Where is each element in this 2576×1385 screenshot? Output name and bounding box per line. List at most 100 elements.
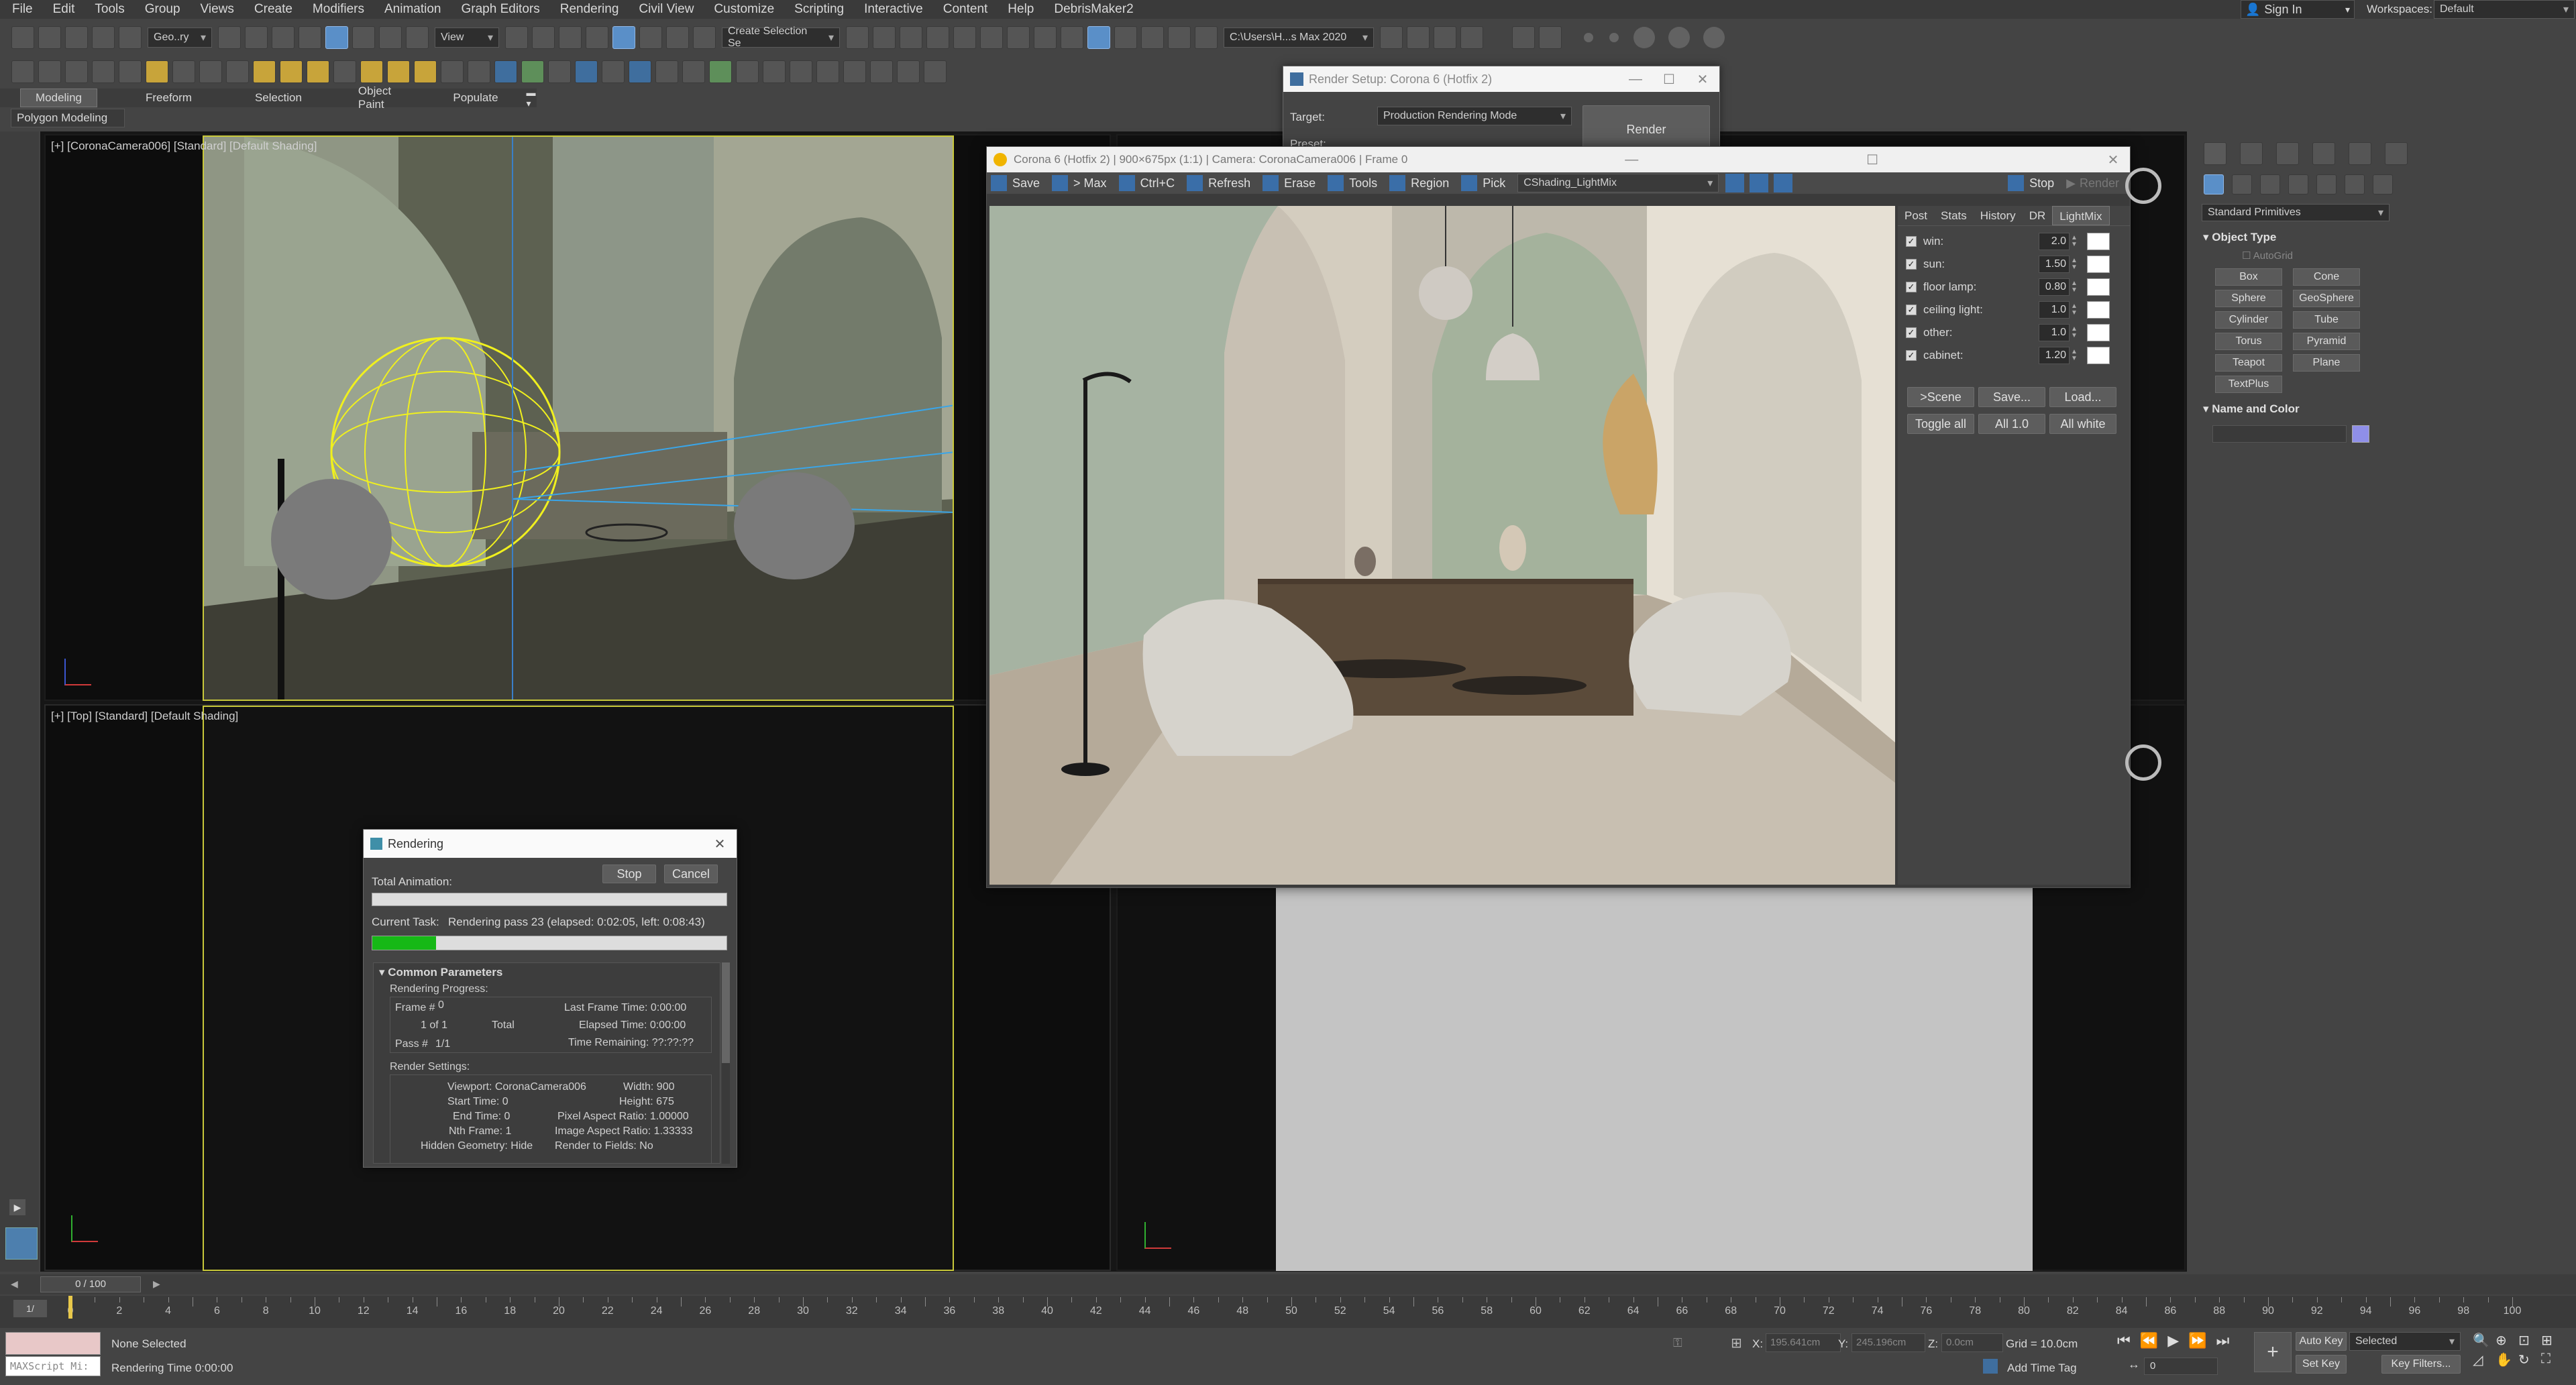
maximize-icon[interactable]: ☐ — [1856, 152, 1889, 168]
render-play-icon[interactable]: ▶ — [2066, 176, 2076, 190]
spinner-icon[interactable]: ▲ ▼ — [2071, 258, 2078, 271]
hierarchy-icon[interactable] — [763, 60, 786, 83]
x-coord-field[interactable]: 195.641cm — [1766, 1333, 1841, 1352]
circle-icon[interactable] — [1633, 27, 1655, 48]
ribbon-tab-modeling[interactable]: Modeling — [20, 89, 97, 107]
ribbon-tab-object-paint[interactable]: Object Paint — [343, 82, 412, 113]
spinner-icon[interactable]: ▲ ▼ — [2071, 349, 2078, 362]
menu-customize[interactable]: Customize — [714, 2, 774, 17]
zoom-icon[interactable]: 🔍 — [2473, 1332, 2496, 1349]
menu-tools[interactable]: Tools — [95, 2, 124, 17]
select-object-icon[interactable] — [218, 26, 241, 49]
gear-icon[interactable] — [736, 60, 759, 83]
menu-scripting[interactable]: Scripting — [794, 2, 844, 17]
save-button[interactable]: Save — [1012, 176, 1040, 190]
circle-icon[interactable] — [1668, 27, 1690, 48]
tab-lightmix[interactable]: LightMix — [2052, 206, 2110, 225]
object-type-header[interactable]: ▾ Object Type — [2198, 228, 2392, 247]
snaps-toggle-icon[interactable] — [586, 26, 608, 49]
zoom-extents-icon[interactable]: ⊡ — [2518, 1332, 2541, 1349]
go-to-end-icon[interactable]: ⏭ — [2216, 1332, 2230, 1349]
lightmix-color-swatch[interactable] — [2087, 233, 2110, 250]
project-settings-icon[interactable] — [1460, 26, 1483, 49]
named-selection-dropdown[interactable]: Create Selection Se — [722, 25, 840, 49]
layout-expand-icon[interactable]: ▶ — [9, 1199, 25, 1215]
render-channel-dropdown[interactable]: CShading_LightMix — [1517, 174, 1719, 192]
lightmix-save-button[interactable]: Save... — [1978, 387, 2045, 407]
prev-key-icon[interactable]: ⏪ — [2140, 1332, 2158, 1349]
textplus-button[interactable]: TextPlus — [2215, 376, 2282, 393]
render-iterative-icon[interactable] — [1141, 26, 1164, 49]
layer-explorer-icon[interactable] — [926, 26, 949, 49]
spinner-icon[interactable]: ▲ ▼ — [2071, 326, 2078, 339]
menu-graph-editors[interactable]: Graph Editors — [462, 2, 540, 17]
erase-button[interactable]: Erase — [1284, 176, 1316, 190]
render-production-icon[interactable] — [1114, 26, 1137, 49]
render-setup-titlebar[interactable]: Render Setup: Corona 6 (Hotfix 2) — ☐ ✕ — [1283, 66, 1719, 92]
next-frame-arrow[interactable]: ▶ — [153, 1278, 160, 1290]
project-folder-icon[interactable] — [1380, 26, 1403, 49]
fov-icon[interactable]: ◿ — [2473, 1351, 2496, 1368]
render-cloud-icon[interactable] — [1168, 26, 1191, 49]
material-library-icon[interactable] — [602, 60, 625, 83]
zoom-fit-icon[interactable] — [1774, 174, 1793, 192]
dot-icon[interactable] — [1584, 33, 1593, 42]
tube-button[interactable]: Tube — [2293, 311, 2360, 329]
pin-icon[interactable] — [709, 60, 732, 83]
time-tag-icon[interactable] — [1983, 1359, 1998, 1374]
object-name-input[interactable] — [2212, 425, 2347, 443]
keyboard-shortcut-icon[interactable] — [559, 26, 582, 49]
toggle-all-button[interactable]: Toggle all — [1907, 414, 1974, 434]
go-to-start-icon[interactable]: ⏮ — [2117, 1332, 2131, 1349]
viewport-top-label[interactable]: [+] [Top] [Standard] [Default Shading] — [51, 710, 238, 723]
curve-editor-icon[interactable] — [980, 26, 1003, 49]
copy-icon[interactable] — [1118, 175, 1135, 191]
corona-proxy-icon[interactable] — [92, 60, 115, 83]
target-dropdown[interactable]: Production Rendering Mode — [1377, 107, 1572, 125]
cylinder-button[interactable]: Cylinder — [2215, 311, 2282, 329]
tree-icon[interactable] — [548, 60, 571, 83]
viewport-camera[interactable]: [+] [CoronaCamera006] [Standard] [Defaul… — [44, 134, 1111, 701]
sphere-button[interactable]: Sphere — [2215, 290, 2282, 307]
lock-icon[interactable]: ⚿ — [1673, 1336, 1682, 1350]
lightmix-color-swatch[interactable] — [2087, 256, 2110, 273]
menu-debrismaker[interactable]: DebrisMaker2 — [1054, 2, 1133, 17]
save-icon[interactable] — [991, 175, 1007, 191]
material-editor-icon[interactable] — [1034, 26, 1057, 49]
redo-icon[interactable] — [38, 26, 61, 49]
script-icon[interactable] — [843, 60, 866, 83]
time-slider[interactable]: 0 / 100 — [40, 1276, 141, 1292]
lightmix-color-swatch[interactable] — [2087, 347, 2110, 364]
render-region-icon[interactable] — [1195, 26, 1218, 49]
percent-snap-icon[interactable] — [639, 26, 662, 49]
to-max-button[interactable]: > Max — [1073, 176, 1107, 190]
play-icon[interactable]: ▶ — [2167, 1332, 2179, 1349]
menu-animation[interactable]: Animation — [384, 2, 441, 17]
lightmix-value[interactable]: 0.80 — [2039, 278, 2070, 296]
rendered-frame-window-icon[interactable] — [1087, 26, 1110, 49]
stop-render-button[interactable]: Stop — [602, 865, 656, 883]
plant-icon[interactable] — [521, 60, 544, 83]
menu-views[interactable]: Views — [201, 2, 234, 17]
corona-camera-icon[interactable] — [11, 60, 34, 83]
minimize-icon[interactable]: — — [1619, 72, 1652, 87]
refresh-icon[interactable] — [1187, 175, 1203, 191]
sun-icon[interactable] — [387, 60, 410, 83]
z-coord-field[interactable]: 0.0cm — [1941, 1333, 2003, 1352]
pivot-icon[interactable] — [505, 26, 528, 49]
angle-snap-icon[interactable] — [612, 26, 635, 49]
close-icon[interactable]: ✕ — [1686, 71, 1719, 88]
material-slot-icon[interactable] — [629, 60, 651, 83]
vfb-render-button[interactable]: Render — [2080, 176, 2119, 190]
stop-button[interactable]: Stop — [2029, 176, 2054, 190]
bind-spacewarp-icon[interactable] — [119, 26, 142, 49]
corona-light-icon[interactable] — [146, 60, 168, 83]
light-bulb-icon[interactable] — [414, 60, 437, 83]
lightmix-color-swatch[interactable] — [2087, 301, 2110, 319]
spacewarps-icon[interactable] — [2345, 174, 2365, 195]
render-setup-icon[interactable] — [1061, 26, 1083, 49]
project-path-dropdown[interactable]: C:\Users\H...s Max 2020 — [1224, 27, 1374, 48]
grid-icon[interactable] — [441, 60, 464, 83]
bitmap-icon[interactable] — [655, 60, 678, 83]
workspace-dropdown[interactable]: Default — [2434, 0, 2575, 19]
